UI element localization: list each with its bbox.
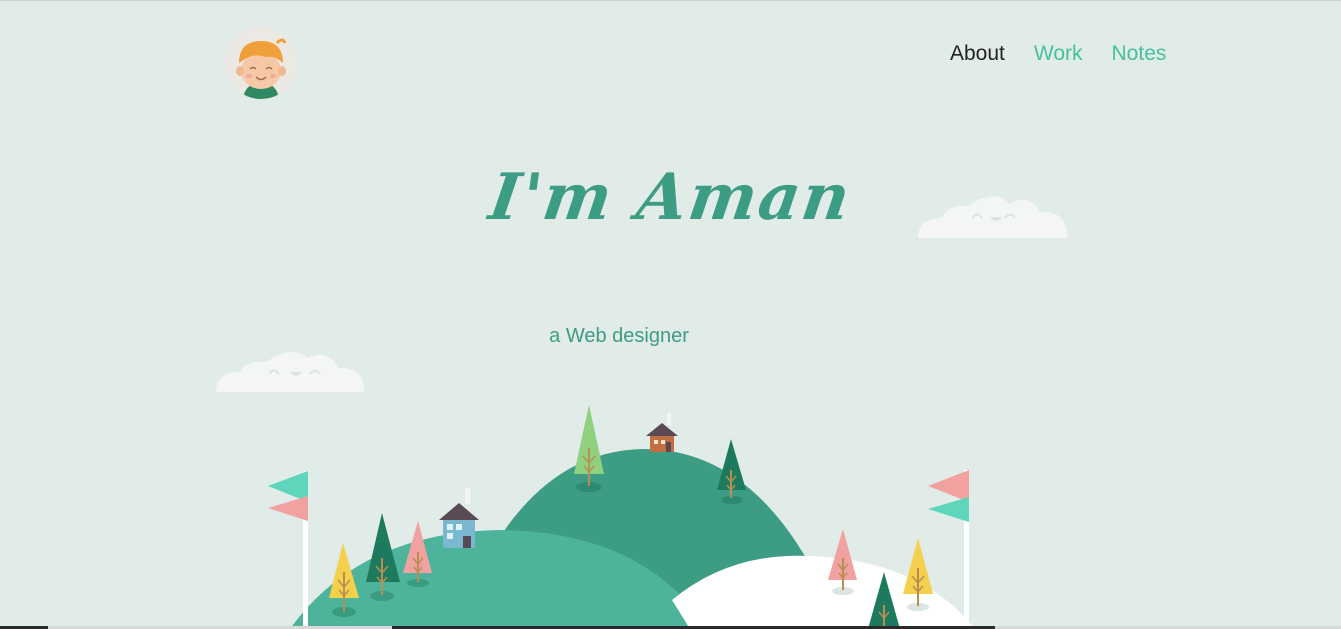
house-icon [439, 488, 479, 548]
flag-icon [268, 471, 308, 629]
cloud-icon [216, 351, 365, 392]
cloud-icon [918, 196, 1068, 238]
landscape-illustration [216, 196, 1068, 629]
house-icon [646, 413, 678, 452]
